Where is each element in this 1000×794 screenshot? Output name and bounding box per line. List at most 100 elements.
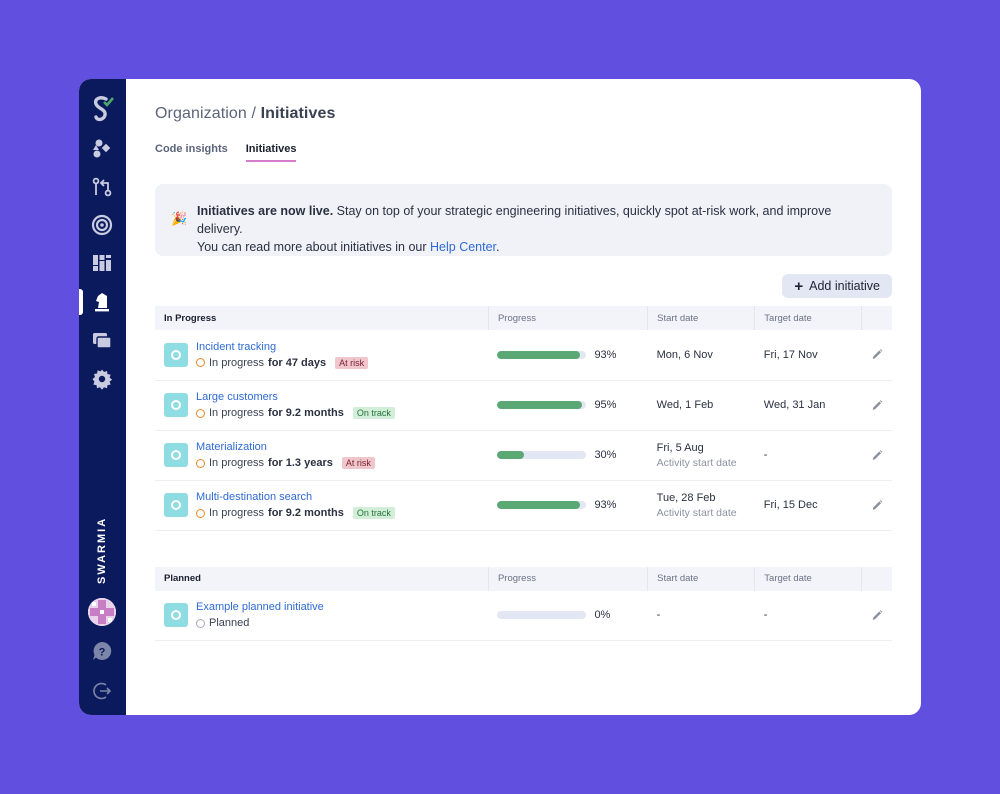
target-date: Wed, 31 Jan	[763, 399, 826, 411]
target-date: -	[763, 609, 768, 622]
target-date: -	[763, 449, 768, 461]
start-date-note: Activity start date	[656, 456, 737, 469]
progress-bar-fill	[497, 350, 581, 359]
status-duration: for 9.2 months	[268, 507, 344, 519]
initiatives-table-planned: Planned Progress Start date Target date …	[155, 566, 892, 641]
progress-bar-fill	[497, 501, 581, 509]
board-icon[interactable]	[90, 251, 114, 275]
progress-percent: 0%	[594, 609, 611, 622]
target-icon[interactable]	[90, 213, 114, 237]
tab-code-insights[interactable]: Code insights	[155, 143, 228, 162]
start-date-note: Activity start date	[656, 506, 737, 519]
start-date: Wed, 1 Feb	[656, 399, 714, 411]
breadcrumb-separator: /	[246, 105, 261, 122]
svg-text:?: ?	[99, 647, 106, 659]
status-badge: On track	[352, 407, 395, 419]
swarmia-logo-icon[interactable]	[89, 93, 117, 123]
progress-indicator: 0%	[497, 609, 638, 621]
status-ring-icon	[196, 458, 205, 468]
pencil-icon	[872, 609, 883, 620]
group-header: Planned	[155, 566, 489, 591]
plus-icon: +	[794, 277, 804, 295]
banner-end: .	[496, 240, 500, 254]
initiative-icon	[164, 603, 188, 628]
avatar[interactable]	[88, 598, 116, 626]
column-header-progress[interactable]: Progress	[488, 566, 649, 591]
sidebar: SWARMIA ?	[79, 79, 126, 715]
knight-icon[interactable]	[90, 290, 114, 314]
status-text: In progress	[209, 407, 265, 419]
tabs: Code insights Initiatives	[155, 143, 892, 162]
tab-initiatives[interactable]: Initiatives	[245, 143, 297, 162]
progress-bar	[497, 501, 587, 509]
initiative-icon	[164, 393, 188, 417]
banner-text: Initiatives are now live. Stay on top of…	[197, 202, 872, 256]
initiative-name[interactable]: Example planned initiative	[196, 601, 324, 613]
pencil-icon	[872, 499, 883, 510]
breadcrumb: Organization / Initiatives	[155, 105, 892, 123]
status-ring-icon	[196, 618, 205, 628]
target-date: Fri, 15 Dec	[763, 499, 818, 511]
initiative-name[interactable]: Multi-destination search	[196, 491, 395, 503]
announcement-banner: 🎉 Initiatives are now live. Stay on top …	[155, 184, 892, 256]
progress-bar-fill	[497, 451, 525, 459]
progress-indicator: 93%	[497, 349, 638, 361]
pull-request-icon[interactable]	[90, 175, 114, 199]
logout-icon[interactable]	[90, 679, 114, 703]
edit-button[interactable]	[871, 399, 883, 412]
toolbar: + Add initiative	[155, 274, 892, 298]
status-badge: At risk	[335, 356, 369, 369]
add-initiative-label: Add initiative	[809, 279, 880, 293]
breadcrumb-parent[interactable]: Organization	[155, 105, 247, 122]
status-duration: for 1.3 years	[268, 457, 333, 469]
progress-percent: 30%	[594, 449, 617, 461]
status-text: Planned	[209, 617, 250, 630]
column-header-start-date[interactable]: Start date	[647, 566, 756, 591]
column-header-start-date[interactable]: Start date	[647, 306, 756, 330]
edit-button[interactable]	[871, 499, 883, 512]
table-row[interactable]: Example planned initiative Planned 0% -	[155, 590, 892, 641]
column-header-target-date[interactable]: Target date	[754, 566, 863, 591]
initiative-name[interactable]: Materialization	[196, 441, 375, 453]
progress-bar	[497, 350, 587, 359]
pencil-icon	[872, 349, 883, 360]
shapes-icon[interactable]	[90, 137, 114, 161]
start-date: Fri, 5 Aug	[656, 441, 704, 454]
gear-icon[interactable]	[90, 367, 114, 391]
status-duration: for 9.2 months	[268, 407, 344, 419]
status-ring-icon	[196, 358, 205, 368]
initiative-icon	[164, 342, 188, 367]
status-ring-icon	[196, 408, 205, 418]
edit-button[interactable]	[871, 348, 883, 361]
help-icon[interactable]: ?	[90, 639, 114, 663]
target-date: Fri, 17 Nov	[763, 348, 818, 361]
initiative-name[interactable]: Incident tracking	[196, 341, 368, 353]
help-center-link[interactable]: Help Center	[430, 240, 496, 254]
progress-bar	[497, 401, 587, 409]
progress-indicator: 30%	[497, 449, 638, 461]
table-row[interactable]: Multi-destination search In progress for…	[155, 480, 892, 531]
table-row[interactable]: Materialization In progress for 1.3 year…	[155, 430, 892, 481]
brand-wordmark: SWARMIA	[96, 516, 108, 584]
edit-button[interactable]	[871, 449, 883, 462]
edit-button[interactable]	[871, 609, 883, 622]
start-date: Mon, 6 Nov	[656, 348, 713, 361]
initiative-name[interactable]: Large customers	[196, 391, 395, 403]
start-date: -	[656, 609, 661, 622]
table-row[interactable]: Large customers In progress for 9.2 mont…	[155, 380, 892, 431]
table-row[interactable]: Incident tracking In progress for 47 day…	[155, 330, 892, 381]
progress-percent: 93%	[594, 499, 617, 511]
status-text: In progress	[209, 356, 265, 369]
status-text: In progress	[209, 507, 265, 519]
progress-indicator: 93%	[497, 499, 638, 511]
add-initiative-button[interactable]: + Add initiative	[782, 274, 892, 298]
column-header-progress[interactable]: Progress	[488, 306, 649, 330]
banner-title: Initiatives are now live.	[197, 204, 334, 218]
column-header-target-date[interactable]: Target date	[754, 306, 863, 330]
progress-bar	[497, 611, 587, 620]
breadcrumb-current: Initiatives	[260, 105, 336, 122]
group-header: In Progress	[155, 306, 489, 330]
cards-icon[interactable]	[90, 329, 114, 353]
status-text: In progress	[209, 457, 265, 469]
progress-percent: 95%	[594, 399, 617, 411]
